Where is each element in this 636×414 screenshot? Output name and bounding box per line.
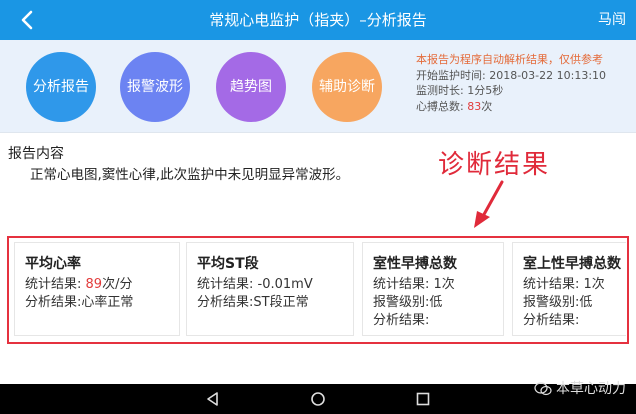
- result-value: 心率正常: [81, 295, 134, 310]
- report-section-title: 报告内容: [8, 146, 64, 162]
- alarm-label: 报警级别:: [373, 295, 430, 310]
- stat-value: -0.01mV: [257, 277, 313, 292]
- alarm-label: 报警级别:: [523, 295, 580, 310]
- stat-label: 统计结果:: [523, 277, 580, 292]
- card-title: 室性早搏总数: [373, 256, 457, 272]
- alarm-row: 报警级别:低: [523, 294, 626, 312]
- nav-recent-apps-icon[interactable]: [414, 390, 432, 408]
- trend-chart-button[interactable]: 趋势图: [216, 52, 286, 122]
- result-row: 分析结果:心率正常: [25, 294, 169, 312]
- start-time-label: 开始监护时间:: [416, 68, 486, 82]
- report-toolbar: 分析报告 报警波形 趋势图 辅助诊断 本报告为程序自动解析结果，仅供参考 开始监…: [0, 40, 636, 132]
- app-header: 常规心电监护（指夹）–分析报告 马闯: [0, 0, 636, 40]
- stat-row: 统计结果: 89次/分: [25, 276, 169, 294]
- disclaimer-text: 本报告为程序自动解析结果，仅供参考: [416, 53, 603, 66]
- alarm-row: 报警级别:低: [373, 294, 493, 312]
- alarm-waveform-button[interactable]: 报警波形: [120, 52, 190, 122]
- page-title: 常规心电监护（指夹）–分析报告: [209, 11, 427, 29]
- stat-row: 统计结果: 1次: [523, 276, 626, 294]
- beats-unit: 次: [481, 99, 493, 113]
- card-title: 平均心率: [25, 256, 81, 272]
- duration-value: 1分5秒: [467, 84, 504, 97]
- report-content-text: 正常心电图,窦性心律,此次监护中未见明显异常波形。: [30, 167, 350, 183]
- stat-value: 89: [85, 277, 103, 292]
- beats-value: 83: [467, 99, 482, 113]
- result-label: 分析结果:: [25, 295, 82, 310]
- alarm-value: 低: [579, 295, 593, 310]
- result-value: ST段正常: [253, 295, 309, 310]
- diagnosis-result-annotation: 诊断结果: [438, 150, 551, 180]
- result-label: 分析结果:: [523, 313, 580, 328]
- stat-unit: 次/分: [102, 277, 133, 292]
- nav-back-icon[interactable]: [204, 390, 222, 408]
- card-title: 平均ST段: [197, 256, 259, 272]
- pac-total-card: 室上性早搏总数 统计结果: 1次 报警级别:低 分析结果:: [512, 242, 626, 336]
- nav-home-icon[interactable]: [309, 390, 327, 408]
- wechat-watermark: 本草心动力: [534, 378, 626, 398]
- wechat-icon: [534, 382, 552, 396]
- stat-value: 1次: [433, 277, 455, 292]
- result-row: 分析结果:ST段正常: [197, 294, 343, 312]
- stat-label: 统计结果:: [197, 277, 254, 292]
- analysis-report-button[interactable]: 分析报告: [26, 52, 96, 122]
- stat-label: 统计结果:: [25, 277, 82, 292]
- annotation-arrow-icon: [474, 180, 504, 228]
- start-time-row: 开始监护时间: 2018-03-22 10:13:10: [416, 68, 630, 84]
- stat-value: 1次: [583, 277, 605, 292]
- divider: [0, 132, 636, 133]
- result-row: 分析结果:: [523, 312, 626, 330]
- alarm-value: 低: [429, 295, 443, 310]
- avg-heart-rate-card: 平均心率 统计结果: 89次/分 分析结果:心率正常: [14, 242, 180, 336]
- duration-label: 监测时长:: [416, 84, 464, 97]
- result-cards: 平均心率 统计结果: 89次/分 分析结果:心率正常 平均ST段 统计结果: -…: [10, 240, 626, 340]
- user-name[interactable]: 马闯: [598, 0, 626, 40]
- auxiliary-diagnosis-button[interactable]: 辅助诊断: [312, 52, 382, 122]
- card-title: 室上性早搏总数: [523, 256, 621, 272]
- beats-label: 心搏总数:: [416, 99, 464, 113]
- avg-st-segment-card: 平均ST段 统计结果: -0.01mV 分析结果:ST段正常: [186, 242, 354, 336]
- result-label: 分析结果:: [197, 295, 254, 310]
- monitoring-info: 本报告为程序自动解析结果，仅供参考 开始监护时间: 2018-03-22 10:…: [416, 52, 630, 114]
- stat-row: 统计结果: 1次: [373, 276, 493, 294]
- pvc-total-card: 室性早搏总数 统计结果: 1次 报警级别:低 分析结果:: [362, 242, 504, 336]
- result-row: 分析结果:: [373, 312, 493, 330]
- watermark-text: 本草心动力: [556, 381, 626, 397]
- duration-row: 监测时长: 1分5秒: [416, 83, 630, 99]
- result-label: 分析结果:: [373, 313, 430, 328]
- stat-row: 统计结果: -0.01mV: [197, 276, 343, 294]
- stat-label: 统计结果:: [373, 277, 430, 292]
- start-time-value: 2018-03-22 10:13:10: [489, 68, 607, 82]
- beats-row: 心搏总数: 83次: [416, 99, 630, 115]
